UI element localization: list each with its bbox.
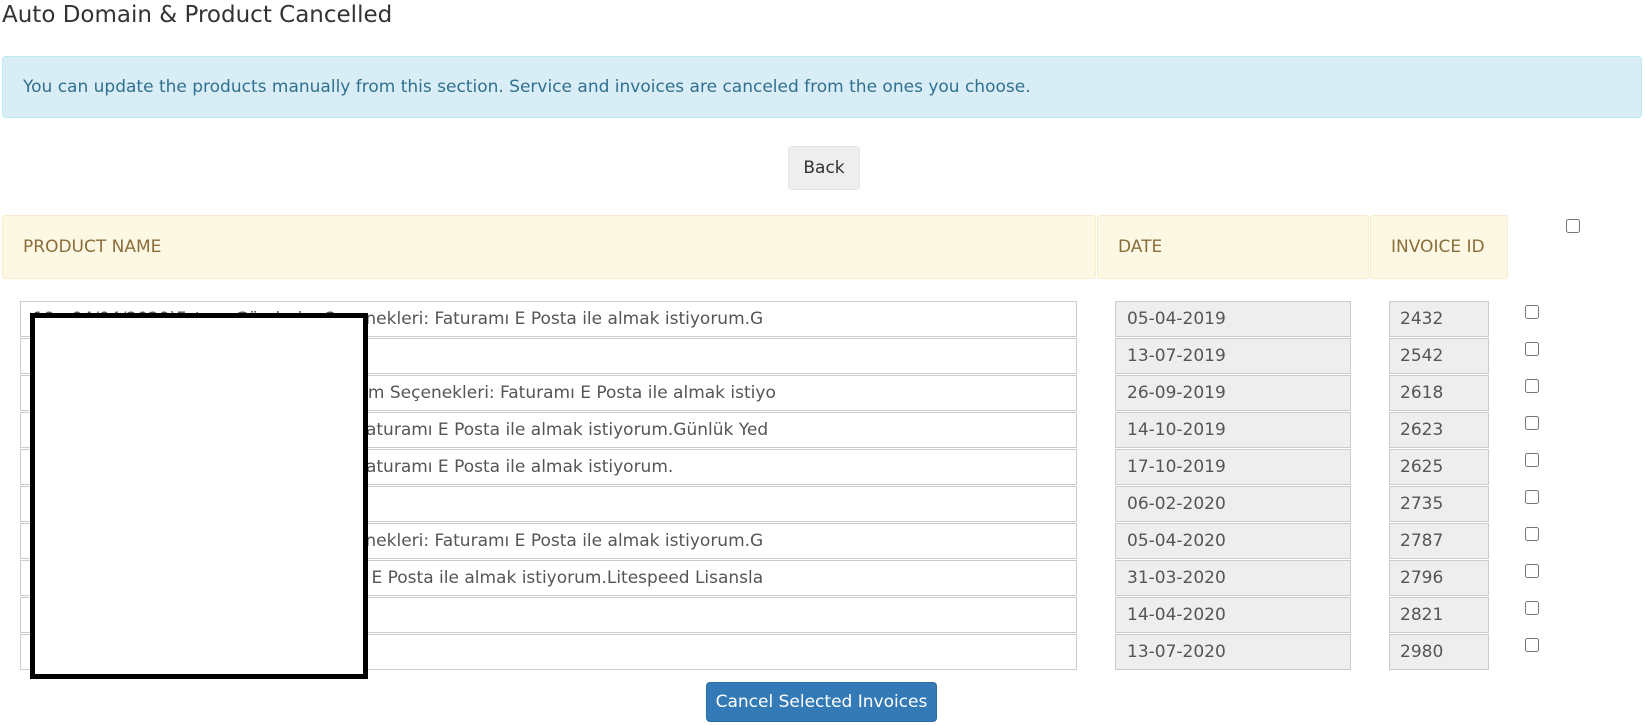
column-header-product-name: PRODUCT NAME	[2, 215, 1096, 279]
column-header-invoice-id: INVOICE ID	[1370, 215, 1508, 279]
invoice-id-field: 2625	[1389, 449, 1489, 485]
date-field: 13-07-2019	[1115, 338, 1351, 374]
invoice-id-field: 2618	[1389, 375, 1489, 411]
date-field: 13-07-2020	[1115, 634, 1351, 670]
invoice-id-field: 2796	[1389, 560, 1489, 596]
invoice-id-field: 2980	[1389, 634, 1489, 670]
invoice-id-field: 2542	[1389, 338, 1489, 374]
row-checkbox[interactable]	[1525, 305, 1539, 319]
row-checkbox[interactable]	[1525, 416, 1539, 430]
date-field: 31-03-2020	[1115, 560, 1351, 596]
page-title: Auto Domain & Product Cancelled	[2, 2, 393, 28]
row-checkbox[interactable]	[1525, 453, 1539, 467]
row-checkbox[interactable]	[1525, 342, 1539, 356]
column-header-date: DATE	[1097, 215, 1369, 279]
date-field: 05-04-2019	[1115, 301, 1351, 337]
date-field: 17-10-2019	[1115, 449, 1351, 485]
invoice-id-field: 2623	[1389, 412, 1489, 448]
select-all-checkbox[interactable]	[1566, 219, 1580, 233]
date-field: 14-04-2020	[1115, 597, 1351, 633]
date-field: 14-10-2019	[1115, 412, 1351, 448]
invoice-id-field: 2787	[1389, 523, 1489, 559]
invoice-id-field: 2821	[1389, 597, 1489, 633]
date-field: 26-09-2019	[1115, 375, 1351, 411]
cancel-selected-invoices-button[interactable]: Cancel Selected Invoices	[706, 682, 937, 722]
row-checkbox[interactable]	[1525, 527, 1539, 541]
row-checkbox[interactable]	[1525, 564, 1539, 578]
row-checkbox[interactable]	[1525, 379, 1539, 393]
row-checkbox[interactable]	[1525, 638, 1539, 652]
info-alert: You can update the products manually fro…	[2, 56, 1642, 118]
row-checkbox[interactable]	[1525, 490, 1539, 504]
back-button[interactable]: Back	[788, 146, 860, 190]
date-field: 05-04-2020	[1115, 523, 1351, 559]
invoice-id-field: 2735	[1389, 486, 1489, 522]
invoice-id-field: 2432	[1389, 301, 1489, 337]
date-field: 06-02-2020	[1115, 486, 1351, 522]
row-checkbox[interactable]	[1525, 601, 1539, 615]
redaction-box	[30, 313, 368, 679]
